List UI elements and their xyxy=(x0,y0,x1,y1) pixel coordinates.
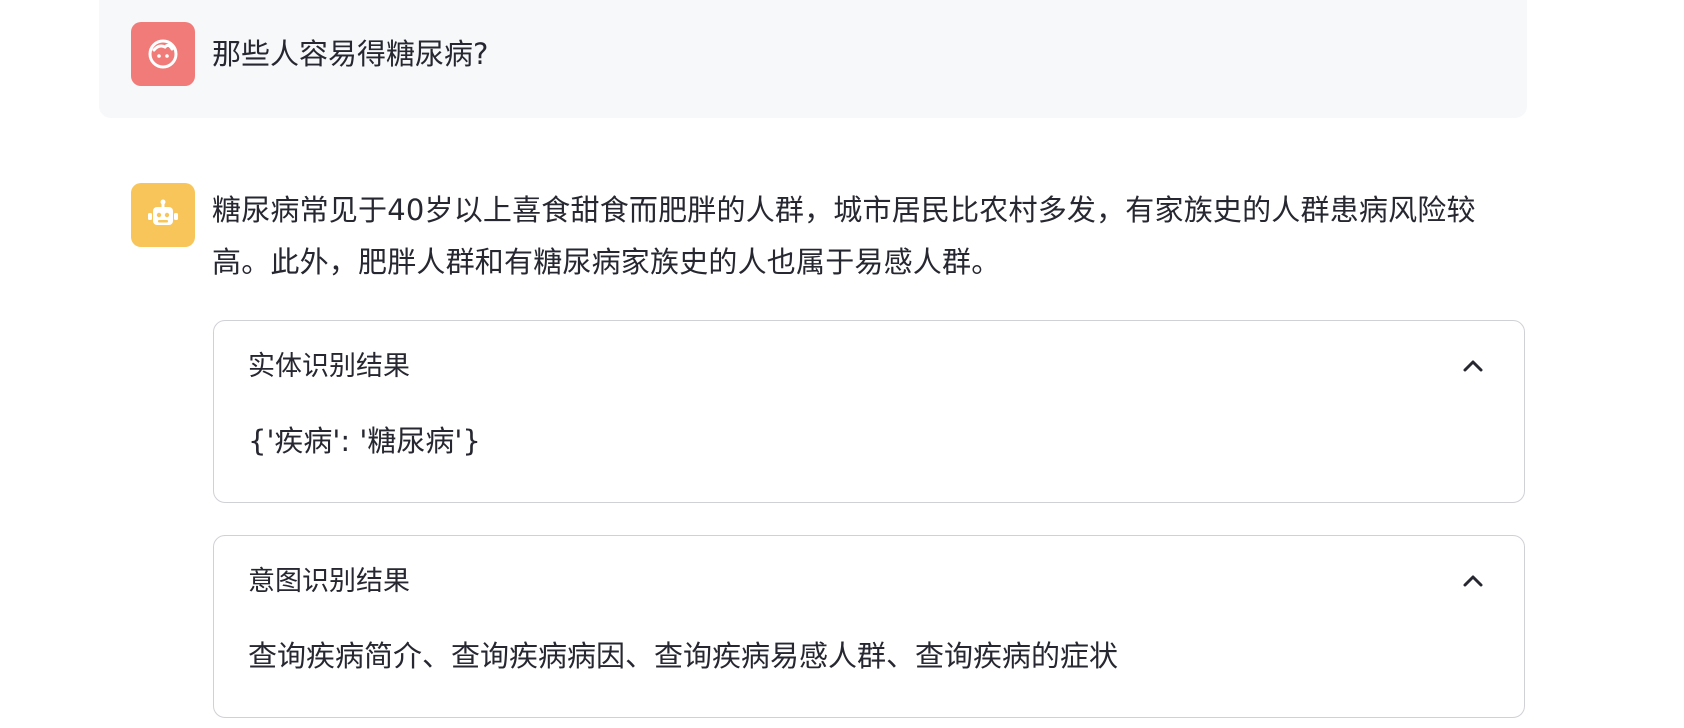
chevron-up-icon[interactable] xyxy=(1462,570,1484,592)
user-face-icon xyxy=(148,39,178,69)
assistant-avatar xyxy=(131,183,195,247)
expander-title[interactable]: 实体识别结果 xyxy=(248,347,410,387)
chevron-up-icon[interactable] xyxy=(1462,355,1484,377)
expander-content: 查询疾病简介、查询疾病病因、查询疾病易感人群、查询疾病的症状 xyxy=(248,639,1119,673)
entity-result-expander[interactable]: 实体识别结果 {'疾病': '糖尿病'} xyxy=(213,320,1525,503)
robot-icon xyxy=(148,199,178,225)
expander-title[interactable]: 意图识别结果 xyxy=(248,562,410,602)
user-avatar xyxy=(131,22,195,86)
expander-content: {'疾病': '糖尿病'} xyxy=(248,424,481,458)
assistant-message-text: 糖尿病常见于40岁以上喜食甜食而肥胖的人群，城市居民比农村多发，有家族史的人群患… xyxy=(212,193,1476,279)
intent-result-expander[interactable]: 意图识别结果 查询疾病简介、查询疾病病因、查询疾病易感人群、查询疾病的症状 xyxy=(213,535,1525,718)
user-message-text: 那些人容易得糖尿病? xyxy=(212,37,489,71)
